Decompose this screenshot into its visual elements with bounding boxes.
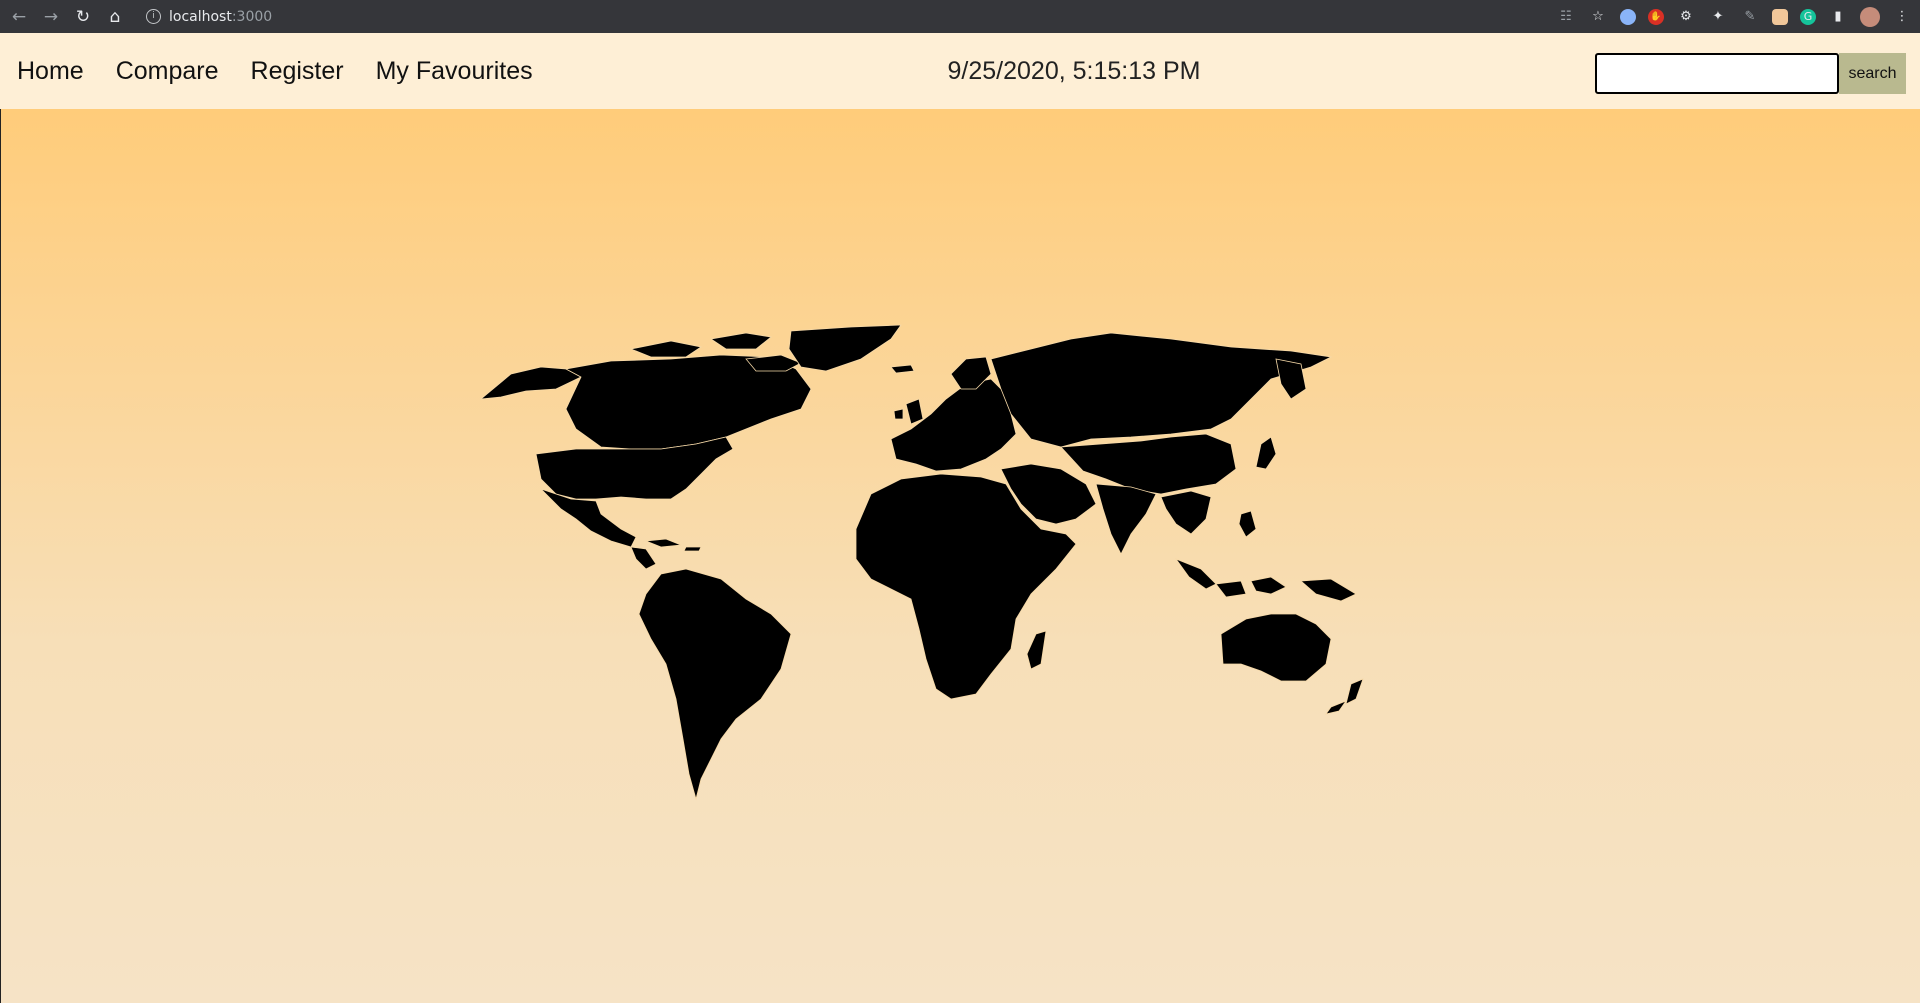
country-shape	[683, 546, 702, 552]
extensions-area: ☷ ☆ ✋ ⚙ ✦ ✎ G ▮ ⋮	[1556, 0, 1912, 33]
country-shape	[1095, 483, 1157, 555]
star-icon[interactable]: ☆	[1588, 7, 1608, 27]
extension-icon[interactable]	[1772, 8, 1788, 25]
reload-icon[interactable]: ↻	[70, 4, 96, 30]
browser-toolbar: ← → ↻ ⌂ i localhost:3000 ☷ ☆ ✋ ⚙ ✦ ✎ G ▮…	[0, 0, 1920, 33]
search-input[interactable]	[1595, 53, 1839, 94]
address-bar[interactable]: i localhost:3000	[146, 9, 272, 25]
world-map[interactable]	[471, 319, 1451, 839]
url-port: :3000	[231, 8, 273, 25]
url-host: localhost	[169, 8, 232, 25]
adblock-icon[interactable]: ✋	[1648, 8, 1664, 25]
menu-icon[interactable]: ⋮	[1892, 7, 1912, 27]
nav-links: Home Compare Register My Favourites	[17, 57, 533, 86]
gear-icon[interactable]: ⚙	[1676, 7, 1696, 27]
grammarly-icon[interactable]: G	[1800, 8, 1816, 25]
country-shape	[1238, 510, 1257, 538]
translate-icon[interactable]: ☷	[1556, 7, 1576, 27]
country-shape	[1026, 630, 1047, 670]
country-shape	[1300, 578, 1357, 602]
home-icon[interactable]: ⌂	[102, 4, 128, 30]
country-shape	[905, 398, 924, 425]
country-shape	[890, 378, 1017, 472]
country-shape	[788, 324, 902, 372]
country-shape	[893, 408, 904, 420]
country-shape	[1325, 700, 1348, 715]
info-icon[interactable]: i	[146, 9, 161, 24]
country-shape	[1174, 558, 1217, 590]
back-icon[interactable]: ←	[6, 4, 32, 30]
nav-link-register[interactable]: Register	[251, 57, 344, 86]
forward-icon[interactable]: →	[38, 4, 64, 30]
country-shape	[638, 568, 792, 801]
country-shape	[479, 366, 582, 400]
country-shape	[1160, 490, 1212, 535]
nav-link-compare[interactable]: Compare	[116, 57, 219, 86]
country-shape	[630, 546, 657, 570]
country-shape	[1250, 576, 1287, 595]
nav-link-favourites[interactable]: My Favourites	[376, 57, 533, 86]
country-shape	[990, 332, 1333, 448]
country-shape	[1345, 678, 1364, 705]
country-shape	[890, 364, 915, 374]
app-navbar: Home Compare Register My Favourites 9/25…	[0, 33, 1920, 109]
nav-link-home[interactable]: Home	[17, 57, 84, 86]
country-shape	[1275, 358, 1307, 400]
profile-avatar[interactable]	[1860, 6, 1880, 27]
country-shape	[645, 538, 682, 548]
country-shape	[1060, 433, 1237, 495]
extension-icon[interactable]	[1620, 8, 1636, 25]
extensions-icon[interactable]: ▮	[1828, 7, 1848, 27]
main-content	[0, 109, 1920, 1003]
country-shape	[1255, 436, 1277, 470]
country-shape	[629, 340, 703, 358]
country-shape	[1215, 580, 1247, 598]
country-shape	[709, 332, 772, 350]
search-form: search	[1595, 53, 1906, 94]
extension-icon[interactable]: ✦	[1708, 7, 1728, 27]
search-button[interactable]: search	[1839, 53, 1906, 94]
extension-icon[interactable]: ✎	[1740, 7, 1760, 27]
country-shape	[1220, 613, 1332, 682]
